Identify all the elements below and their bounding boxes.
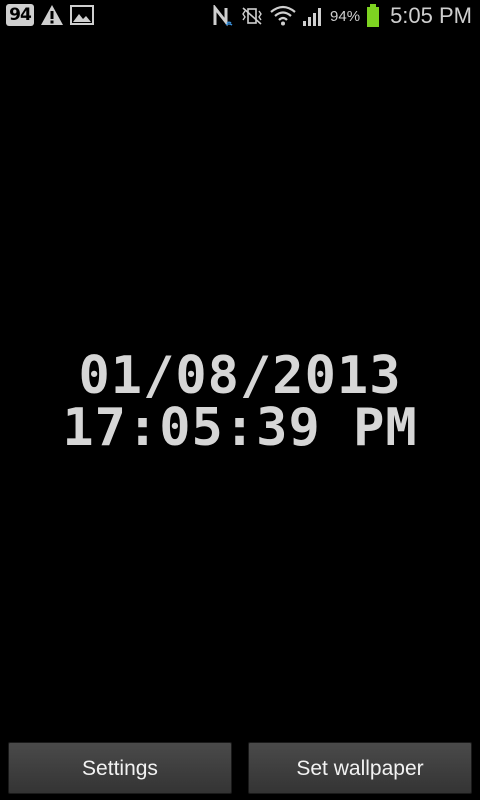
warning-icon — [40, 4, 64, 26]
notification-count-badge: 94 — [6, 4, 34, 26]
clock-time: 17:05:39 PM — [62, 398, 418, 458]
vibrate-mute-icon — [240, 6, 264, 26]
battery-percentage: 94% — [330, 7, 361, 25]
wifi-icon — [270, 5, 296, 27]
settings-button[interactable]: Settings — [8, 742, 232, 794]
live-wallpaper-preview: 94 94% 5:05 PM 01/08/2013 17:05:39 PM Se… — [0, 0, 480, 800]
set-wallpaper-button[interactable]: Set wallpaper — [248, 742, 472, 794]
nfc-icon — [212, 5, 234, 27]
digital-clock-display: 01/08/2013 17:05:39 PM — [0, 350, 480, 454]
status-bar-system: 94% 5:05 PM — [212, 3, 472, 28]
status-bar-notifications: 94 — [6, 4, 94, 26]
battery-icon — [366, 4, 380, 28]
status-bar: 94 94% 5:05 PM — [0, 0, 480, 32]
image-icon — [70, 5, 94, 25]
signal-icon — [302, 5, 324, 27]
clock-date: 01/08/2013 — [78, 346, 402, 406]
status-bar-clock: 5:05 PM — [390, 3, 472, 28]
